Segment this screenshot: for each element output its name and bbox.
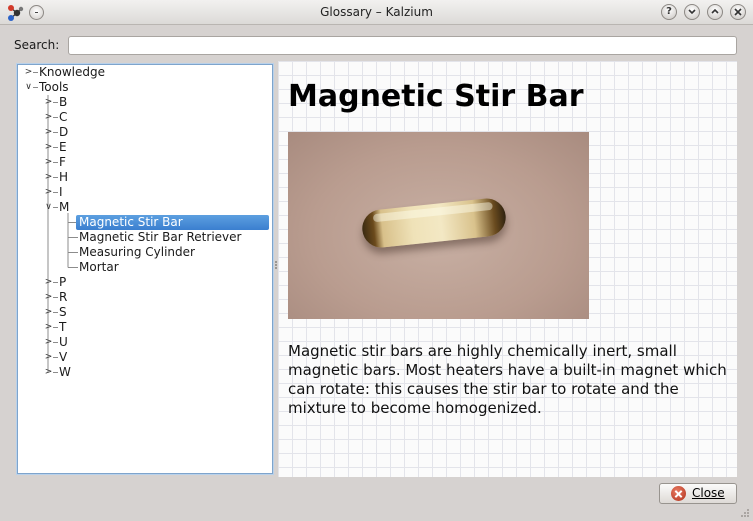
help-button[interactable]: ? <box>661 4 677 20</box>
chevron-right-icon[interactable]: > <box>44 335 53 350</box>
tree-branch[interactable]: Tools <box>36 80 72 95</box>
chevron-right-icon[interactable]: > <box>44 290 53 305</box>
tree-branch[interactable]: M <box>56 200 72 215</box>
chevron-right-icon[interactable]: > <box>44 365 53 380</box>
tree-branch[interactable]: R <box>56 290 70 305</box>
tree-item-label: C <box>59 110 68 124</box>
chevron-right-icon[interactable]: > <box>44 275 53 290</box>
tree-branch[interactable]: V <box>56 350 70 365</box>
tree-item[interactable]: Magnetic Stir Bar <box>76 215 269 230</box>
chevron-right-icon[interactable]: > <box>44 185 53 200</box>
tree-item-label: Magnetic Stir Bar <box>76 215 269 230</box>
chevron-down-icon[interactable]: ∨ <box>24 80 33 95</box>
tree-item-label: U <box>59 335 68 349</box>
maximize-button[interactable] <box>707 4 723 20</box>
chevron-right-icon[interactable]: > <box>44 140 53 155</box>
tree-item-label: D <box>59 125 69 139</box>
tree-item-label: T <box>59 320 67 334</box>
search-input[interactable] <box>68 36 737 55</box>
chevron-right-icon[interactable]: > <box>44 305 53 320</box>
entry-description: Magnetic stir bars are highly chemically… <box>288 342 727 417</box>
entry-title: Magnetic Stir Bar <box>288 79 584 114</box>
tree-item-label: Magnetic Stir Bar Retriever <box>79 230 242 244</box>
search-label: Search: <box>14 38 60 52</box>
chevron-right-icon[interactable]: > <box>44 155 53 170</box>
chevron-right-icon[interactable]: > <box>44 95 53 110</box>
tree-item-label: Knowledge <box>39 65 105 79</box>
tree-item-label: Measuring Cylinder <box>79 245 195 259</box>
chevron-right-icon[interactable]: > <box>44 125 53 140</box>
tree-branch[interactable]: D <box>56 125 71 140</box>
tree-branch[interactable]: Knowledge <box>36 65 108 80</box>
chevron-right-icon[interactable]: > <box>44 170 53 185</box>
tree-item-label: F <box>59 155 66 169</box>
tree-branch[interactable]: F <box>56 155 69 170</box>
tree-item-label: E <box>59 140 67 154</box>
close-button-label: Close <box>692 486 725 500</box>
tree-item-label: I <box>59 185 63 199</box>
tree-branch[interactable]: I <box>56 185 66 200</box>
close-icon <box>671 486 686 501</box>
chevron-right-icon[interactable]: > <box>44 110 53 125</box>
glossary-entry-view: Magnetic Stir Bar Magnetic stir bars are… <box>278 61 737 477</box>
chevron-right-icon[interactable]: > <box>24 65 33 80</box>
tree-item-label: Tools <box>39 80 69 94</box>
close-window-button[interactable] <box>730 4 746 20</box>
tree-item-label: Mortar <box>79 260 119 274</box>
chevron-down-icon <box>688 9 696 15</box>
window-title: Glossary – Kalzium <box>320 5 433 19</box>
tree-branch[interactable]: S <box>56 305 70 320</box>
tree-item[interactable]: Measuring Cylinder <box>76 245 198 260</box>
tree-item-label: S <box>59 305 67 319</box>
minimize-button[interactable] <box>684 4 700 20</box>
chevron-right-icon[interactable]: > <box>44 320 53 335</box>
tree-item-label: B <box>59 95 68 109</box>
tree-branch[interactable]: T <box>56 320 69 335</box>
title-bar[interactable]: Glossary – Kalzium ? <box>0 0 753 25</box>
chevron-down-icon[interactable]: ∨ <box>44 200 53 215</box>
glossary-tree[interactable]: Knowledge > Tools ∨ B > C > D > E > F > H > I > M ∨ Magnetic… <box>17 64 273 474</box>
tree-branch[interactable]: E <box>56 140 70 155</box>
tree-branch[interactable]: U <box>56 335 71 350</box>
tree-item[interactable]: Mortar <box>76 260 122 275</box>
tree-branch[interactable]: B <box>56 95 70 110</box>
close-icon <box>734 8 742 16</box>
tree-branch[interactable]: W <box>56 365 74 380</box>
close-button[interactable]: Close <box>659 483 737 504</box>
entry-image <box>288 132 589 319</box>
resize-grip[interactable] <box>740 508 750 518</box>
tree-branch[interactable]: P <box>56 275 69 290</box>
tree-item-label: H <box>59 170 69 184</box>
tree-item-label: V <box>59 350 68 364</box>
tree-item-label: P <box>59 275 67 289</box>
tree-item-label: W <box>59 365 71 379</box>
tree-item[interactable]: Magnetic Stir Bar Retriever <box>76 230 244 245</box>
tree-item-label: R <box>59 290 68 304</box>
tree-branch[interactable]: C <box>56 110 70 125</box>
tree-branch[interactable]: H <box>56 170 71 185</box>
chevron-up-icon <box>711 8 719 14</box>
tree-item-label: M <box>59 200 70 214</box>
chevron-right-icon[interactable]: > <box>44 350 53 365</box>
